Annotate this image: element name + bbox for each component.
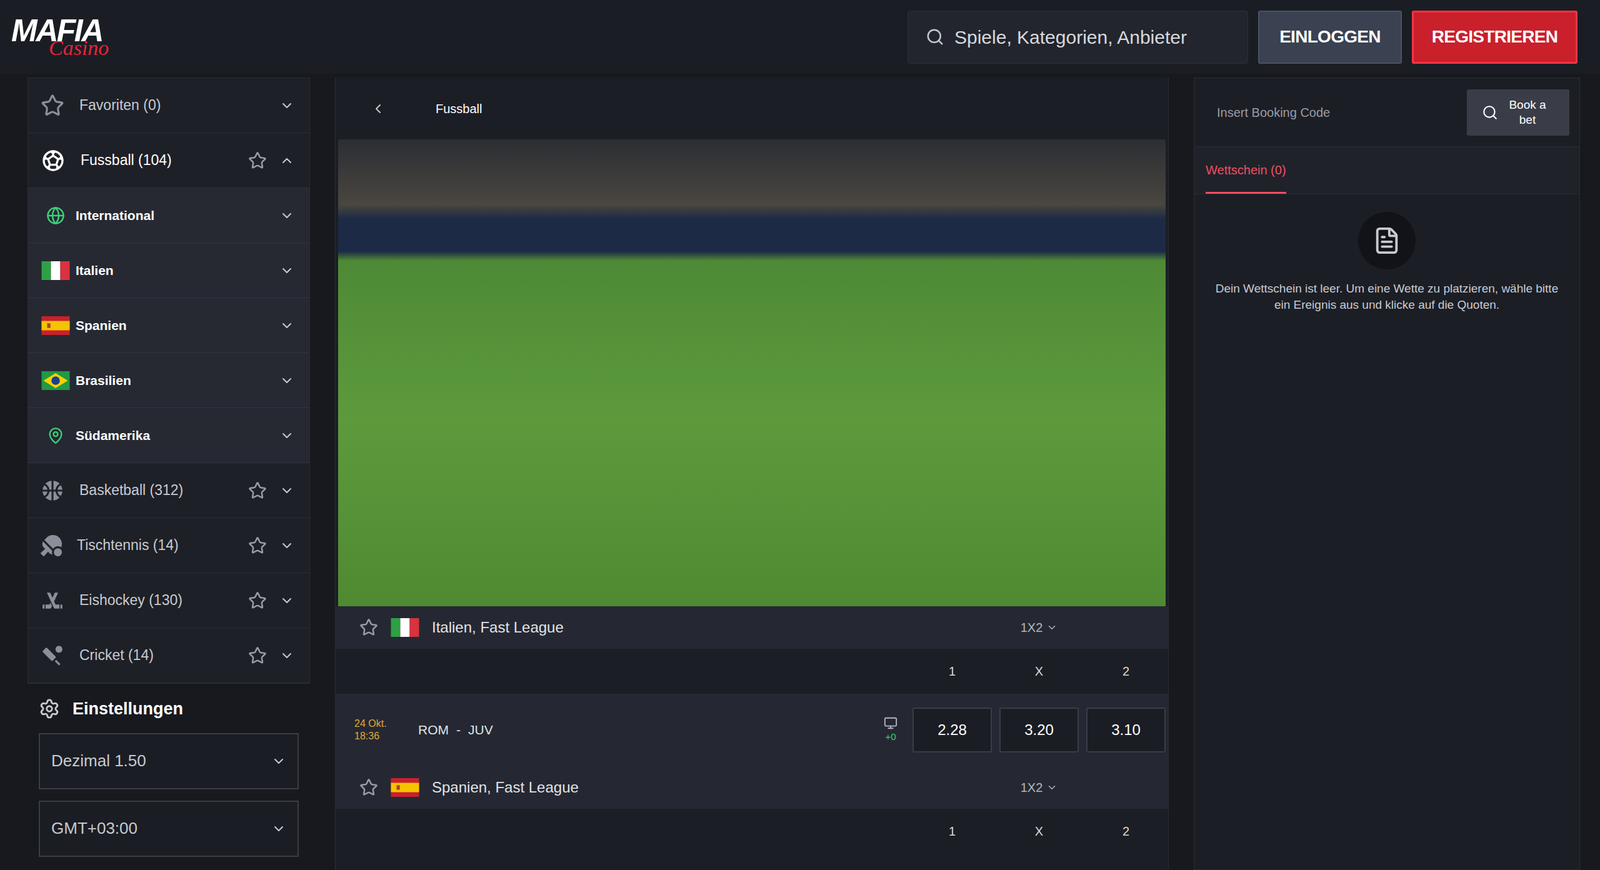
league-header: Spanien, Fast League1X2 [335, 766, 1169, 809]
south-america-icon [43, 426, 69, 445]
empty-message: Dein Wettschein ist leer. Um eine Wette … [1209, 280, 1565, 314]
hockey-icon [40, 588, 65, 613]
settings-section: EinstellungenDezimal 1.50GMT+03:00 [27, 683, 310, 857]
cricket-icon [40, 643, 65, 668]
odds-button[interactable]: 2.28 [912, 707, 992, 753]
back-icon[interactable] [370, 101, 386, 117]
favorite-star-icon[interactable] [248, 536, 267, 555]
chevron-up-icon[interactable] [279, 153, 295, 169]
category-item[interactable]: Brasilien [28, 353, 310, 409]
gear-icon [38, 698, 60, 720]
empty-slip [1358, 211, 1416, 270]
betslip-tabs: Wettschein (0) [1194, 146, 1580, 195]
login-button[interactable]: EINLOGGEN [1258, 10, 1402, 64]
booking-code-input[interactable]: Insert Booking Code [1216, 103, 1460, 122]
search-icon [1481, 104, 1499, 121]
favorite-star-icon[interactable] [359, 618, 379, 637]
logo[interactable]: MAFIACasino [11, 15, 109, 59]
odds-button[interactable]: 3.10 [1086, 707, 1166, 753]
document-icon [1372, 226, 1402, 255]
market-select[interactable]: 1X2 [1020, 778, 1059, 797]
italy-flag-icon [41, 261, 70, 280]
world-icon [43, 206, 69, 225]
chevron-down-icon[interactable] [279, 318, 295, 334]
table-tennis-icon [40, 535, 62, 557]
chevron-down-icon[interactable] [279, 373, 295, 389]
league: Spanien, Fast League1X21X2 [335, 766, 1169, 854]
league-header: Italien, Fast League1X2 [335, 606, 1169, 649]
chevron-down-icon[interactable] [279, 98, 295, 114]
events-panel: FussballItalien, Fast League1X21X224 Okt… [335, 77, 1169, 870]
sidebar: Favoriten (0)Fussball (104)International… [27, 77, 310, 870]
category-item[interactable]: Südamerika [28, 408, 310, 464]
odds-columns-header: 1X2 [335, 808, 1169, 854]
header: MAFIACasino Spiele, Kategorien, AnbieterE… [0, 0, 1600, 74]
sport-item[interactable]: Cricket (14) [28, 628, 310, 684]
favorite-star-icon[interactable] [248, 481, 267, 500]
favorite-star-icon[interactable] [359, 778, 379, 797]
book-bet-button[interactable]: Book a bet [1466, 89, 1570, 136]
football-icon [40, 148, 66, 174]
chevron-down-icon [1046, 621, 1058, 634]
spain-flag-icon [390, 778, 420, 797]
chevron-down-icon[interactable] [279, 593, 295, 609]
basketball-icon [40, 478, 65, 503]
favorite-star-icon[interactable] [248, 591, 267, 610]
settings-select[interactable]: Dezimal 1.50 [38, 733, 299, 790]
settings-select[interactable]: GMT+03:00 [38, 800, 299, 857]
search-icon [925, 27, 945, 47]
chevron-down-icon[interactable] [279, 263, 295, 279]
star-icon [40, 93, 65, 118]
spain-flag-icon [41, 316, 70, 335]
register-button[interactable]: REGISTRIEREN [1411, 10, 1578, 64]
category-item[interactable]: Italien [28, 243, 310, 299]
video-stream[interactable] [338, 139, 1166, 607]
favorite-star-icon[interactable] [248, 151, 267, 170]
brazil-flag-icon [41, 371, 70, 390]
category-item[interactable]: Spanien [28, 298, 310, 354]
chevron-down-icon [271, 821, 287, 837]
chevron-down-icon [271, 753, 287, 769]
chevron-down-icon[interactable] [279, 483, 295, 499]
sport-item[interactable]: Basketball (312) [28, 463, 310, 519]
sport-item[interactable]: Tischtennis (14) [28, 518, 310, 574]
sport-item[interactable]: Eishockey (130) [28, 573, 310, 629]
chevron-down-icon[interactable] [279, 538, 295, 554]
league: Italien, Fast League1X21X224 Okt.18:36RO… [335, 606, 1169, 767]
italy-flag-icon [390, 618, 420, 637]
market-select[interactable]: 1X2 [1020, 618, 1059, 637]
favorite-star-icon[interactable] [248, 646, 267, 665]
odds-columns-header: 1X2 [335, 648, 1169, 694]
odds-button[interactable]: 3.20 [999, 707, 1079, 753]
tv-icon[interactable] [883, 716, 898, 730]
chevron-down-icon[interactable] [279, 648, 295, 664]
betslip-tab[interactable]: Wettschein (0) [1205, 146, 1287, 194]
sport-item[interactable]: Fussball (104) [28, 133, 310, 189]
chevron-down-icon[interactable] [279, 208, 295, 224]
search-field[interactable]: Spiele, Kategorien, Anbieter [907, 10, 1249, 64]
page: MAFIACasinoSpiele, Kategorien, AnbieterE… [0, 0, 1600, 870]
breadcrumb-bar: Fussball [335, 77, 1169, 140]
category-item[interactable]: International [28, 188, 310, 244]
match-row[interactable]: 24 Okt.18:36ROM-JUV+02.283.203.10 [335, 693, 1169, 767]
betslip-panel: Insert Booking Code Book a bet Wettschein … [1193, 77, 1580, 870]
chevron-down-icon [1046, 781, 1058, 794]
sport-item[interactable]: Favoriten (0) [28, 78, 310, 134]
chevron-down-icon[interactable] [279, 428, 295, 444]
